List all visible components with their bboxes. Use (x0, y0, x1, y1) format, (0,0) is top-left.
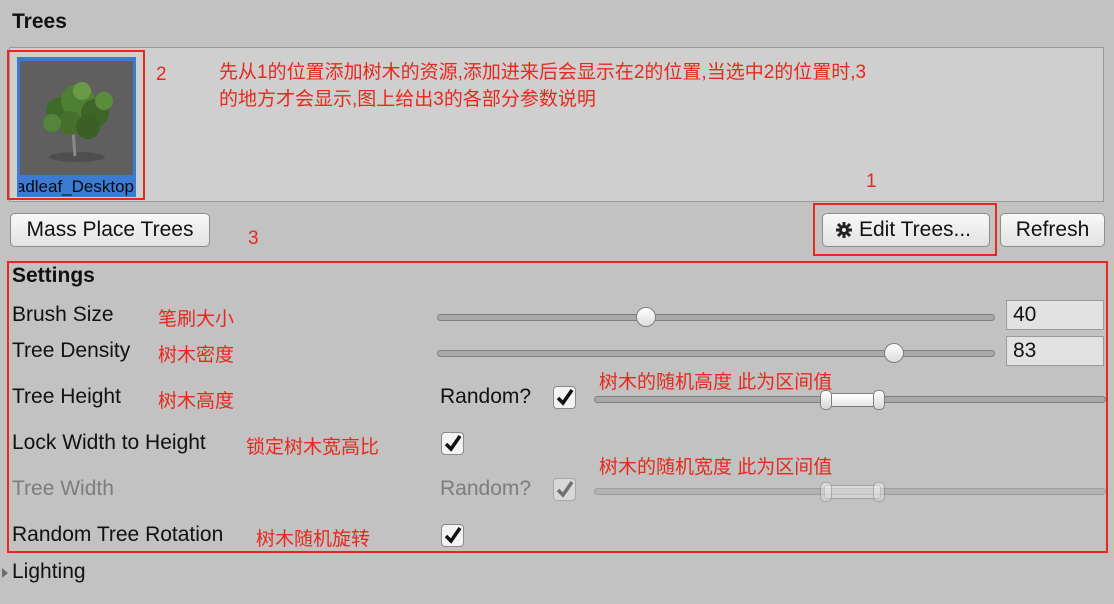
annotation-marker-3: 3 (248, 228, 259, 249)
tree-width-random-label: Random? (440, 477, 532, 500)
annotation-brush-size: 笔刷大小 (158, 309, 235, 330)
trees-section-title: Trees (12, 10, 67, 33)
annotation-marker-1: 1 (866, 171, 877, 192)
tree-density-value-field[interactable]: 83 (1006, 336, 1104, 366)
tree-height-random-checkbox[interactable] (553, 386, 576, 409)
tree-height-label: Tree Height (12, 385, 121, 408)
annotation-random-rotation: 树木随机旋转 (256, 529, 371, 550)
annotation-lock-width: 锁定树木宽高比 (246, 437, 380, 458)
brush-size-slider-thumb[interactable] (636, 307, 657, 327)
mass-place-trees-button[interactable]: Mass Place Trees (10, 213, 210, 247)
annotation-tree-density: 树木密度 (158, 345, 235, 366)
annotation-width-range-note: 树木的随机宽度 此为区间值 (599, 457, 833, 478)
tree-density-slider-thumb[interactable] (883, 343, 904, 363)
annotation-height-range-note: 树木的随机高度 此为区间值 (599, 372, 833, 393)
checkmark-icon (444, 527, 462, 544)
brush-size-value-field[interactable]: 40 (1006, 300, 1104, 330)
tree-width-random-checkbox (553, 478, 576, 501)
lock-width-checkbox[interactable] (441, 432, 464, 455)
annotation-box-2 (7, 50, 145, 200)
brush-size-label: Brush Size (12, 303, 114, 326)
tree-density-label: Tree Density (12, 339, 131, 362)
checkmark-icon (444, 435, 462, 452)
tree-width-range-max-handle[interactable] (872, 482, 885, 502)
random-rotation-checkbox[interactable] (441, 524, 464, 547)
annotation-marker-2: 2 (156, 64, 167, 85)
foldout-arrow-icon[interactable] (1, 566, 9, 584)
brush-size-slider-track[interactable] (437, 314, 995, 321)
tree-width-range-min-handle[interactable] (820, 482, 833, 502)
annotation-top-note-line1: 先从1的位置添加树木的资源,添加进来后会显示在2的位置,当选中2的位置时,3 (219, 62, 867, 83)
lighting-foldout[interactable]: Lighting (12, 560, 86, 584)
lock-width-label: Lock Width to Height (12, 431, 206, 454)
tree-width-label: Tree Width (12, 477, 114, 500)
annotation-tree-height: 树木高度 (158, 391, 235, 412)
tree-density-slider-track[interactable] (437, 350, 995, 357)
refresh-button[interactable]: Refresh (1000, 213, 1105, 247)
checkmark-icon (556, 389, 574, 406)
annotation-top-note-line2: 的地方才会显示,图上给出3的各部分参数说明 (219, 89, 596, 110)
settings-title: Settings (12, 264, 95, 287)
tree-height-range-min-handle[interactable] (820, 390, 833, 410)
random-rotation-label: Random Tree Rotation (12, 523, 224, 546)
tree-height-random-label: Random? (440, 385, 532, 408)
checkmark-icon (556, 481, 574, 498)
tree-height-range-max-handle[interactable] (872, 390, 885, 410)
annotation-box-1 (813, 203, 997, 256)
